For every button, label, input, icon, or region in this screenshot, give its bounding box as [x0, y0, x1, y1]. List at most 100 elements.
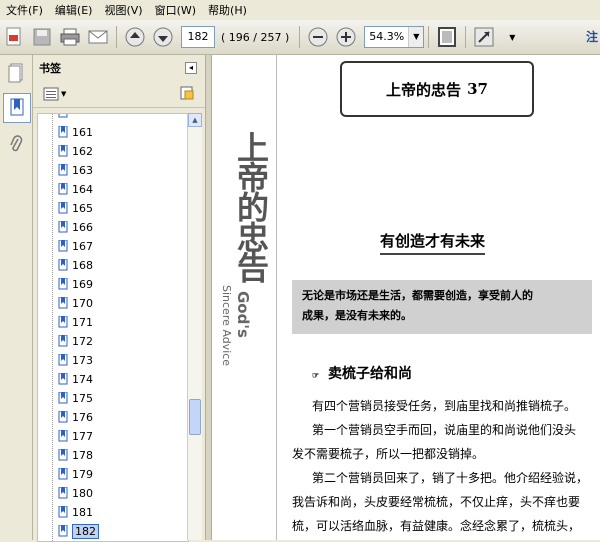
bookmark-icon	[58, 392, 68, 404]
bookmark-item[interactable]: 175	[58, 389, 93, 407]
section-heading: ☞ 卖梳子给和尚	[312, 363, 412, 383]
bookmark-item[interactable]: 167	[58, 237, 93, 255]
paragraph-line: 梳，可以活络血脉，有益健康。念经念累了，梳梳头，	[292, 519, 581, 533]
quote-box: 无论是市场还是生活，都需要创造，享受前人的 成果，是没有未来的。	[292, 280, 592, 334]
chapter-number: 37	[467, 80, 488, 98]
chevron-down-icon[interactable]: ▼	[408, 27, 424, 47]
bookmark-icon	[58, 468, 68, 480]
bookmark-label: 166	[72, 220, 93, 234]
bookmark-label: 164	[72, 182, 93, 196]
bookmark-label: 161	[72, 125, 93, 139]
bookmark-item[interactable]: 165	[58, 199, 93, 217]
bookmark-icon	[58, 278, 68, 290]
bookmark-item[interactable]: 169	[58, 275, 93, 293]
bookmark-icon	[58, 411, 68, 423]
page-number-input[interactable]: 182	[181, 26, 215, 48]
bookmark-label: 181	[72, 505, 93, 519]
bookmark-icon	[58, 373, 68, 385]
page-count-label: ( 196 / 257 )	[221, 30, 290, 44]
bookmark-item[interactable]: 161	[58, 123, 93, 141]
tree-connector	[52, 114, 53, 541]
bookmark-item[interactable]: 179	[58, 465, 93, 483]
bookmarks-icon[interactable]	[3, 93, 31, 123]
zoom-select[interactable]: 54.3% ▼	[364, 26, 425, 48]
bookmark-icon	[58, 202, 68, 214]
bookmarks-list: 161 162 163 164 165 166 167 168 169 170 171 172 173 1…	[37, 113, 189, 542]
bookmark-label: 174	[72, 372, 93, 386]
bookmark-icon	[58, 506, 68, 518]
bookmark-icon	[58, 221, 68, 233]
bookmark-item[interactable]: 164	[58, 180, 93, 198]
zoom-out-icon[interactable]	[306, 25, 330, 49]
article-heading: 有创造才有未来	[380, 230, 486, 255]
bookmark-icon	[58, 430, 68, 442]
pages-icon[interactable]	[3, 59, 29, 87]
expand-bookmark-icon[interactable]	[179, 85, 195, 104]
zoom-value: 54.3%	[369, 30, 405, 43]
bookmark-icon	[58, 240, 68, 252]
chapter-banner-text: 上帝的忠告	[386, 80, 462, 99]
zoom-in-icon[interactable]	[334, 25, 358, 49]
bookmark-icon	[58, 145, 68, 157]
toolbar-separator	[465, 26, 467, 48]
bookmark-item[interactable]: 171	[58, 313, 93, 331]
previous-page-icon[interactable]	[123, 25, 147, 49]
menu-window[interactable]: 窗口(W)	[149, 2, 202, 18]
bookmark-label: 172	[72, 334, 93, 348]
fit-page-icon[interactable]	[435, 25, 459, 49]
panel-splitter[interactable]	[205, 55, 212, 540]
bookmark-label: 176	[72, 410, 93, 424]
menu-help[interactable]: 帮助(H)	[202, 2, 253, 18]
menu-view[interactable]: 视图(V)	[98, 2, 148, 18]
bookmark-item-partial[interactable]	[58, 114, 72, 119]
print-icon[interactable]	[58, 25, 82, 49]
collapse-panel-icon[interactable]: ◂	[185, 62, 197, 74]
menu-file[interactable]: 文件(F)	[0, 2, 49, 18]
bookmark-icon	[58, 164, 68, 176]
bookmark-item[interactable]: 172	[58, 332, 93, 350]
create-pdf-icon[interactable]	[2, 25, 26, 49]
toolbar-options-icon[interactable]: ▼	[500, 25, 524, 49]
full-screen-icon[interactable]	[472, 25, 496, 49]
bookmark-options-icon[interactable]: ▼	[43, 87, 66, 101]
quote-line: 成果，是没有未来的。	[302, 309, 412, 322]
bookmark-item[interactable]: 177	[58, 427, 93, 445]
bookmark-item[interactable]: 173	[58, 351, 93, 369]
scroll-up-icon[interactable]: ▲	[188, 113, 202, 127]
attachment-icon[interactable]	[3, 131, 29, 159]
comment-label[interactable]: 注	[586, 28, 598, 45]
bookmark-item[interactable]: 182	[58, 522, 99, 540]
bookmark-label: 163	[72, 163, 93, 177]
bookmark-item[interactable]: 181	[58, 503, 93, 521]
bookmark-item[interactable]: 162	[58, 142, 93, 160]
bookmark-label: 170	[72, 296, 93, 310]
paragraph-line: 发不需要梳子，所以一把都没销掉。	[292, 447, 485, 461]
bookmark-item[interactable]: 170	[58, 294, 93, 312]
bookmark-item[interactable]: 174	[58, 370, 93, 388]
bookmark-item[interactable]: 178	[58, 446, 93, 464]
bookmark-icon	[58, 316, 68, 328]
section-heading-text: 卖梳子给和尚	[328, 366, 413, 382]
bookmark-item[interactable]: 180	[58, 484, 93, 502]
bookmark-label: 167	[72, 239, 93, 253]
section-marker-icon: ☞	[312, 370, 320, 380]
save-icon[interactable]	[30, 25, 54, 49]
bookmark-icon	[58, 126, 68, 138]
menu-edit[interactable]: 编辑(E)	[49, 2, 99, 18]
bookmark-item[interactable]: 176	[58, 408, 93, 426]
bookmark-item[interactable]: 166	[58, 218, 93, 236]
bookmark-item[interactable]: 168	[58, 256, 93, 274]
email-icon[interactable]	[86, 25, 110, 49]
bookmark-label: 165	[72, 201, 93, 215]
next-page-icon[interactable]	[151, 25, 175, 49]
bookmark-label: 175	[72, 391, 93, 405]
side-english-title: God's	[234, 291, 252, 338]
bookmark-icon	[58, 259, 68, 271]
bookmark-item[interactable]: 163	[58, 161, 93, 179]
bookmarks-scrollbar[interactable]: ▲	[187, 113, 202, 540]
bookmarks-toolbar: ▼	[33, 81, 205, 108]
scrollbar-thumb[interactable]	[189, 399, 201, 435]
toolbar-separator	[428, 26, 430, 48]
paragraph-line: 有四个营销员接受任务，到庙里找和尚推销梳子。	[312, 399, 577, 413]
side-book-title: 上帝的忠告	[232, 131, 270, 281]
